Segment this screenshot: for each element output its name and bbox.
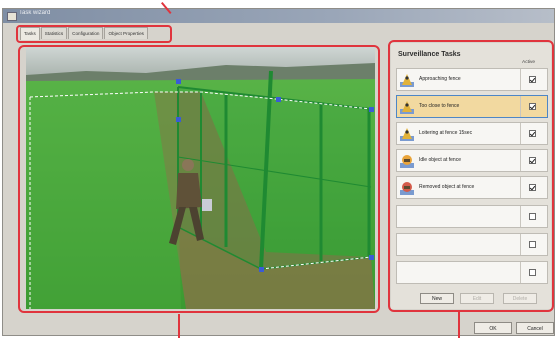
window-title: Task wizard	[19, 10, 51, 16]
person-fence-icon	[400, 74, 414, 87]
removed-object-icon	[400, 182, 414, 195]
task-active-checkbox[interactable]	[529, 184, 536, 191]
task-active-checkbox[interactable]	[529, 103, 536, 110]
tabs-callout-frame	[16, 25, 172, 43]
task-active-checkbox[interactable]	[529, 213, 536, 220]
task-row-too-close-to-fence[interactable]: Too close to fence	[396, 95, 548, 118]
task-label: Approaching fence	[419, 76, 461, 82]
task-active-checkbox[interactable]	[529, 157, 536, 164]
cancel-button[interactable]: Cancel	[516, 322, 554, 334]
new-task-button[interactable]: New	[420, 293, 454, 304]
task-row-empty[interactable]	[396, 205, 548, 228]
task-label: Loitering at fence 15sec	[419, 130, 473, 136]
task-active-checkbox[interactable]	[529, 269, 536, 276]
active-column-header: Active	[522, 60, 536, 65]
task-label: Removed object at fence	[419, 184, 475, 190]
delete-task-button[interactable]: Delete	[503, 293, 537, 304]
person-fence-icon	[400, 101, 414, 114]
task-active-checkbox[interactable]	[529, 130, 536, 137]
task-row-empty[interactable]	[396, 233, 548, 256]
task-row-loitering[interactable]: Loitering at fence 15sec	[396, 122, 548, 145]
app-icon	[7, 12, 17, 21]
edit-task-button[interactable]: Edit	[460, 293, 494, 304]
task-label: Idle object at fence	[419, 157, 461, 163]
task-label: Too close to fence	[419, 103, 460, 109]
title-bar[interactable]: Task wizard	[3, 9, 554, 23]
callout-line-panel	[458, 312, 460, 338]
task-row-removed-object[interactable]: Removed object at fence	[396, 176, 548, 199]
video-callout-frame	[18, 45, 380, 313]
idle-object-icon	[400, 155, 414, 168]
task-row-approaching-fence[interactable]: Approaching fence	[396, 68, 548, 91]
task-active-checkbox[interactable]	[529, 241, 536, 248]
ok-button[interactable]: OK	[474, 322, 512, 334]
callout-line-video	[178, 314, 180, 338]
panel-title: Surveillance Tasks	[398, 51, 461, 58]
person-fence-icon	[400, 128, 414, 141]
task-row-idle-object[interactable]: Idle object at fence	[396, 149, 548, 172]
task-active-checkbox[interactable]	[529, 76, 536, 83]
task-row-empty[interactable]	[396, 261, 548, 284]
